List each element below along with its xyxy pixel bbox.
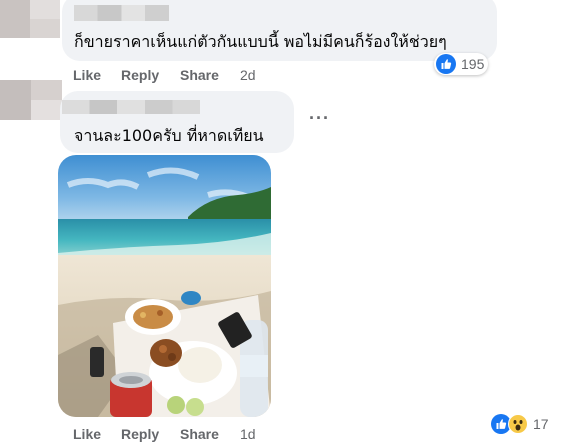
reaction-summary[interactable]: 195 xyxy=(434,53,489,75)
like-icon xyxy=(436,54,456,74)
beach-food-photo xyxy=(58,155,271,417)
reaction-count: 17 xyxy=(533,416,549,432)
like-button[interactable]: Like xyxy=(73,426,101,442)
comment-photo[interactable] xyxy=(58,155,271,417)
reaction-summary[interactable]: 17 xyxy=(489,413,553,435)
like-button[interactable]: Like xyxy=(73,67,101,83)
comment-text: จานละ100ครับ ที่หาดเทียน xyxy=(74,126,264,145)
share-button[interactable]: Share xyxy=(180,426,219,442)
avatar[interactable] xyxy=(0,80,62,120)
timestamp[interactable]: 2d xyxy=(240,67,256,83)
more-options-icon[interactable]: ··· xyxy=(309,108,330,129)
wow-icon xyxy=(508,414,528,434)
commenter-name[interactable] xyxy=(62,100,200,114)
commenter-name[interactable] xyxy=(74,5,169,21)
share-button[interactable]: Share xyxy=(180,67,219,83)
avatar[interactable] xyxy=(0,0,60,38)
comment-text: ก็ขายราคาเห็นแก่ตัวกันแบบนี้ พอไม่มีคนก็… xyxy=(74,32,447,51)
reply-button[interactable]: Reply xyxy=(121,67,159,83)
reaction-count: 195 xyxy=(461,56,485,72)
timestamp[interactable]: 1d xyxy=(240,426,256,442)
reply-button[interactable]: Reply xyxy=(121,426,159,442)
